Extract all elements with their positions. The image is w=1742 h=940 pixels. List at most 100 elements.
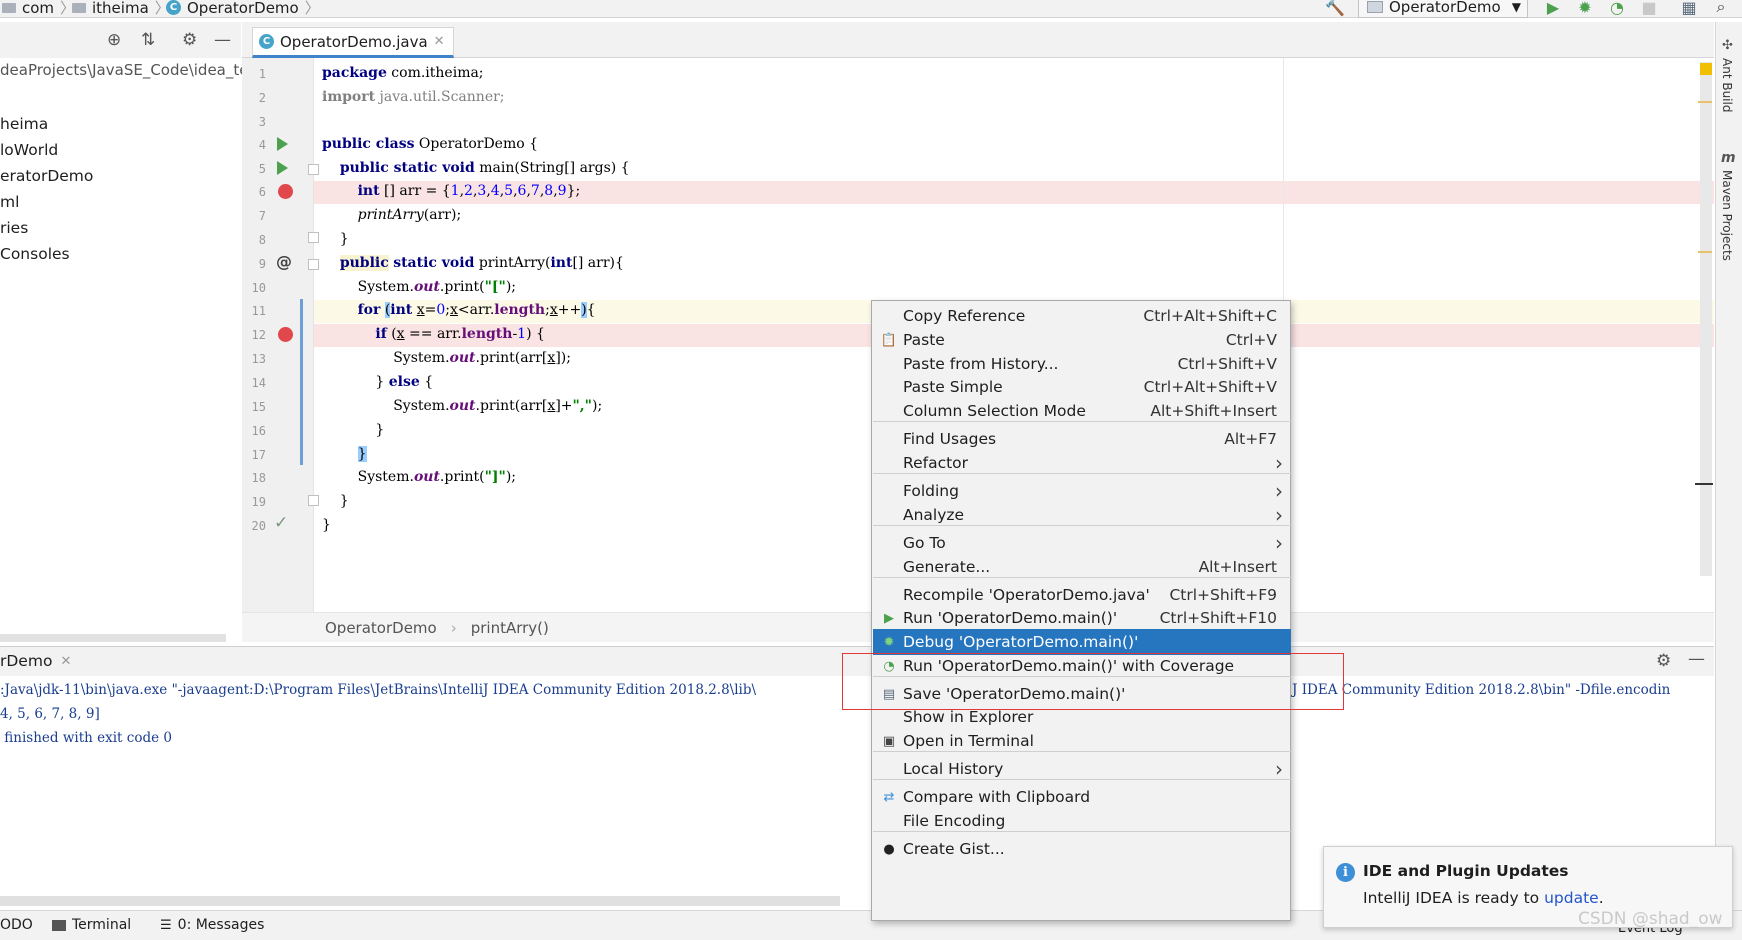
line-number: 9 [258, 257, 266, 271]
menu-item-label: Folding [903, 482, 959, 500]
breakpoint-icon[interactable] [278, 184, 293, 199]
locate-icon[interactable]: ⊕ [107, 30, 121, 50]
run-tab[interactable]: rDemo ✕ [0, 649, 71, 673]
breakpoint-icon[interactable] [278, 327, 293, 342]
menu-item-find-usages[interactable]: Find Usages Alt+F7 [873, 426, 1291, 452]
menu-item-folding[interactable]: Folding › [873, 478, 1291, 504]
collapse-all-icon[interactable]: ⇅ [141, 30, 155, 50]
close-icon[interactable]: ✕ [60, 654, 71, 669]
tree-node[interactable]: ml [0, 193, 19, 211]
breadcrumb-label: OperatorDemo [187, 0, 299, 17]
search-icon[interactable]: ⌕ [1712, 0, 1730, 16]
messages-label: 0: Messages [177, 917, 265, 933]
maven-icon[interactable]: m [1721, 150, 1736, 166]
editor-context-menu: Copy Reference Ctrl+Alt+Shift+C 📋 Paste Ctrl… [871, 300, 1291, 921]
ant-icon[interactable]: ✣ [1722, 38, 1733, 53]
compare-icon: ⇄ [883, 789, 895, 805]
debug-icon[interactable]: ✹ [1576, 0, 1594, 17]
fold-marker-icon[interactable] [308, 259, 319, 270]
line-number: 20 [251, 519, 266, 533]
menu-item-run-operatordemo-main[interactable]: ▶ Run 'OperatorDemo.main()' Ctrl+Shift+F10 [873, 605, 1291, 631]
notification-text: IntelliJ IDEA is ready to [1363, 889, 1540, 907]
build-hammer-icon[interactable]: 🔨 [1325, 0, 1345, 17]
menu-item-local-history[interactable]: Local History › [873, 756, 1291, 782]
code-line: } [322, 517, 331, 533]
run-with-coverage-icon[interactable]: ◔ [1608, 0, 1626, 17]
ant-build-tool[interactable]: Ant Build [1720, 58, 1734, 112]
run-gutter-icon[interactable] [277, 161, 288, 175]
fold-marker-icon[interactable] [308, 164, 319, 175]
editor-crumb[interactable]: OperatorDemo [325, 619, 437, 637]
menu-item-label: Create Gist... [903, 840, 1005, 858]
run-configuration-select[interactable]: OperatorDemo ▼ [1358, 0, 1528, 18]
warning-marker[interactable] [1700, 63, 1712, 75]
gear-icon[interactable]: ⚙ [182, 30, 197, 50]
menu-item-shortcut: Ctrl+Alt+Shift+C [1143, 307, 1277, 325]
tree-node[interactable]: loWorld [0, 141, 58, 159]
update-link[interactable]: update [1544, 889, 1599, 907]
menu-item-refactor[interactable]: Refactor › [873, 450, 1291, 476]
menu-item-generate[interactable]: Generate... Alt+Insert [873, 554, 1291, 580]
messages-tool[interactable]: ☰ 0: Messages [160, 917, 264, 933]
breadcrumb-label: com [22, 0, 55, 17]
project-structure-icon[interactable]: ▦ [1680, 0, 1698, 17]
menu-item-compare-with-clipboard[interactable]: ⇄ Compare with Clipboard [873, 784, 1291, 810]
messages-icon: ☰ [160, 917, 172, 933]
maven-projects-tool[interactable]: Maven Projects [1720, 170, 1734, 261]
menu-item-paste-simple[interactable]: Paste Simple Ctrl+Alt+Shift+V [873, 374, 1291, 400]
menu-item-analyze[interactable]: Analyze › [873, 502, 1291, 528]
editor-scrollbar[interactable] [1700, 62, 1712, 576]
debug-icon: ✹ [883, 634, 895, 650]
project-scrollbar[interactable] [0, 634, 226, 642]
menu-item-label: Copy Reference [903, 307, 1026, 325]
fold-marker-icon[interactable] [308, 232, 319, 243]
github-icon: ● [883, 841, 895, 857]
menu-item-file-encoding[interactable]: File Encoding [873, 808, 1291, 834]
editor-crumb[interactable]: printArry() [471, 619, 549, 637]
editor-tab-bar: C OperatorDemo.java ✕ [242, 22, 1714, 58]
terminal-tool[interactable]: Terminal [52, 917, 131, 933]
menu-item-copy-reference[interactable]: Copy Reference Ctrl+Alt+Shift+C [873, 303, 1291, 329]
code-line: import java.util.Scanner; [322, 89, 505, 105]
todo-tool[interactable]: ODO [0, 917, 33, 933]
run-gutter-icon[interactable] [277, 137, 288, 151]
hide-icon[interactable]: — [1688, 649, 1705, 669]
menu-item-go-to[interactable]: Go To › [873, 530, 1291, 556]
tab-operatordemo-java[interactable]: C OperatorDemo.java ✕ [252, 27, 454, 58]
menu-item-debug-operatordemo-main[interactable]: ✹ Debug 'OperatorDemo.main()' [873, 629, 1291, 655]
menu-item-column-selection-mode[interactable]: Column Selection Mode Alt+Shift+Insert [873, 398, 1291, 424]
code-line: public static void printArry(int[] arr){ [339, 255, 624, 271]
project-path: deaProjects\JavaSE_Code\idea_te [0, 61, 249, 79]
breadcrumb-operatordemo[interactable]: C OperatorDemo 〉 [166, 0, 320, 18]
tree-node[interactable]: eratorDemo [0, 167, 93, 185]
menu-item-label: Paste Simple [903, 378, 1003, 396]
line-number: 14 [251, 376, 266, 390]
navigation-bar: com 〉 itheima 〉 C OperatorDemo 〉 🔨 Opera… [0, 0, 1742, 18]
notification-trailing: . [1598, 889, 1604, 907]
fold-marker-icon[interactable] [308, 495, 319, 506]
menu-item-paste[interactable]: 📋 Paste Ctrl+V [873, 327, 1291, 353]
code-line: public class OperatorDemo { [322, 136, 539, 152]
clipboard-icon: 📋 [880, 332, 898, 348]
menu-item-create-gist[interactable]: ● Create Gist... [873, 836, 1291, 862]
submenu-arrow-icon: › [1275, 451, 1283, 475]
stop-icon[interactable]: ■ [1640, 0, 1658, 17]
code-line: System.out.print("["); [322, 279, 517, 295]
tree-node[interactable]: ries [0, 219, 28, 237]
gear-icon[interactable]: ⚙ [1656, 651, 1671, 671]
change-marker [300, 299, 303, 465]
close-icon[interactable]: ✕ [434, 34, 445, 49]
menu-item-label: Compare with Clipboard [903, 788, 1091, 806]
menu-item-open-in-terminal[interactable]: ▣ Open in Terminal [873, 728, 1291, 754]
run-tab-label: rDemo [0, 652, 53, 670]
breadcrumb-com[interactable]: com 〉 [2, 0, 75, 18]
chevron-right-icon: › [450, 618, 457, 637]
tree-node[interactable]: Consoles [0, 245, 70, 263]
run-icon[interactable]: ▶ [1544, 0, 1562, 17]
check-icon: ✓ [274, 513, 289, 533]
breadcrumb-itheima[interactable]: itheima 〉 [72, 0, 170, 18]
hide-icon[interactable]: — [214, 30, 231, 50]
tree-node[interactable]: heima [0, 115, 48, 133]
submenu-arrow-icon: › [1275, 757, 1283, 781]
console-scrollbar[interactable] [0, 896, 840, 906]
